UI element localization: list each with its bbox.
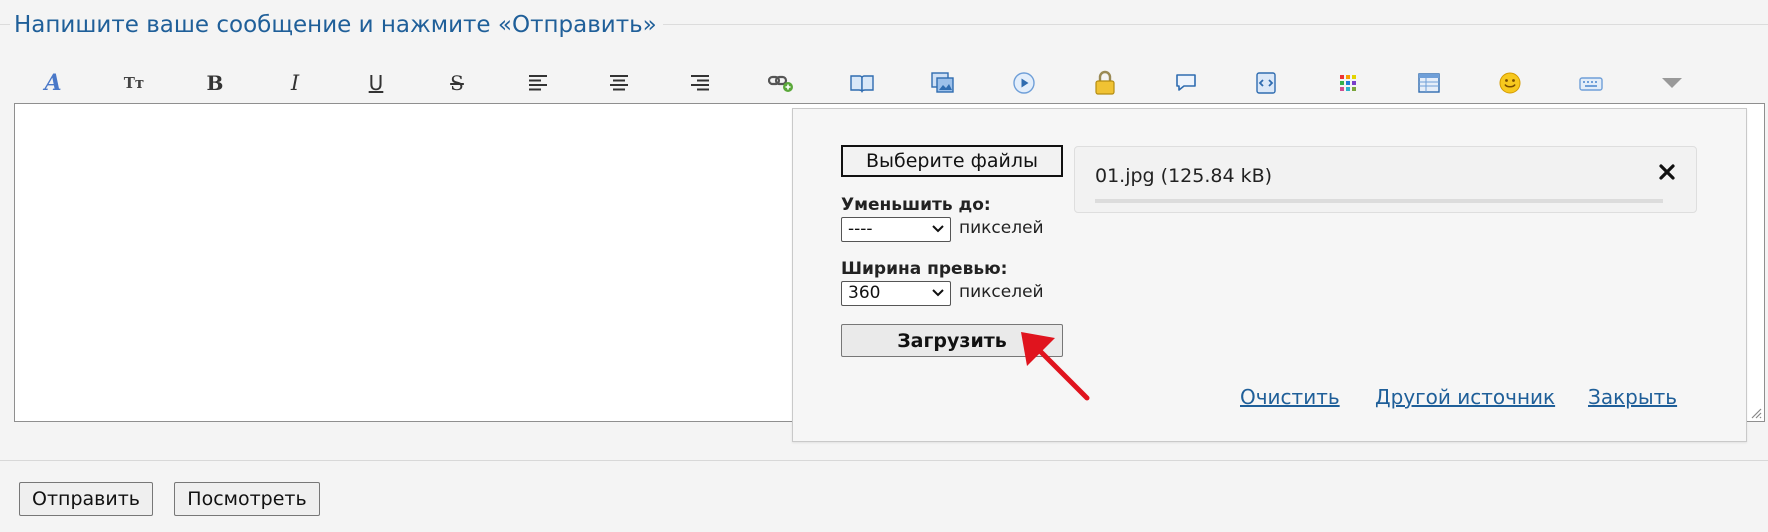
align-center-icon[interactable] — [599, 66, 639, 100]
bold-icon[interactable]: B — [195, 66, 235, 100]
reduce-size-value: ---- — [848, 219, 873, 239]
speech-bubble-icon[interactable] — [1166, 66, 1206, 100]
chevron-down-icon — [932, 289, 944, 297]
chevron-down-icon — [932, 225, 944, 233]
form-legend-title: Напишите ваше сообщение и нажмите «Отпра… — [10, 10, 663, 40]
other-source-link[interactable]: Другой источник — [1375, 385, 1555, 409]
insert-image-icon[interactable] — [923, 66, 963, 100]
underline-icon[interactable]: U — [356, 66, 396, 100]
editor-toolbar: A Tт B I U S — [0, 66, 1768, 102]
italic-icon[interactable]: I — [275, 66, 315, 100]
keyboard-icon[interactable] — [1571, 66, 1611, 100]
smiley-icon[interactable] — [1490, 66, 1530, 100]
color-palette-icon[interactable] — [1328, 66, 1368, 100]
file-name: 01.jpg (125.84 kB) — [1095, 165, 1273, 187]
resize-grip-icon[interactable] — [1750, 407, 1762, 419]
close-link[interactable]: Закрыть — [1588, 385, 1677, 409]
attachment-upload-panel: Выберите файлы Уменьшить до: ---- пиксел… — [792, 108, 1747, 442]
more-dropdown-icon[interactable] — [1652, 66, 1692, 100]
send-button[interactable]: Отправить — [19, 482, 153, 516]
table-icon[interactable] — [1409, 66, 1449, 100]
reduce-size-select[interactable]: ---- — [841, 217, 951, 242]
font-size-icon[interactable]: Tт — [114, 66, 154, 100]
insert-link-icon[interactable] — [761, 66, 801, 100]
reduce-size-label: Уменьшить до: — [841, 195, 991, 215]
preview-width-unit: пикселей — [959, 282, 1044, 302]
font-color-icon[interactable]: A — [33, 66, 73, 100]
book-icon[interactable] — [842, 66, 882, 100]
upload-progress-bar — [1095, 199, 1663, 203]
lock-icon[interactable] — [1085, 66, 1125, 100]
footer-divider — [0, 460, 1768, 461]
strikethrough-icon[interactable]: S — [437, 66, 477, 100]
reduce-size-unit: пикселей — [959, 218, 1044, 238]
clear-link[interactable]: Очистить — [1240, 385, 1340, 409]
preview-width-select[interactable]: 360 — [841, 281, 951, 306]
align-left-icon[interactable] — [518, 66, 558, 100]
code-icon[interactable] — [1247, 66, 1287, 100]
choose-files-button[interactable]: Выберите файлы — [841, 145, 1063, 177]
close-icon[interactable] — [1656, 161, 1678, 183]
preview-width-label: Ширина превью: — [841, 259, 1008, 279]
preview-width-value: 360 — [848, 283, 881, 303]
annotation-arrow-icon — [1021, 332, 1090, 401]
post-reply-form: Напишите ваше сообщение и нажмите «Отпра… — [0, 0, 1768, 532]
file-list-item: 01.jpg (125.84 kB) — [1074, 146, 1697, 213]
preview-button[interactable]: Посмотреть — [174, 482, 320, 516]
video-play-icon[interactable] — [1004, 66, 1044, 100]
align-right-icon[interactable] — [680, 66, 720, 100]
